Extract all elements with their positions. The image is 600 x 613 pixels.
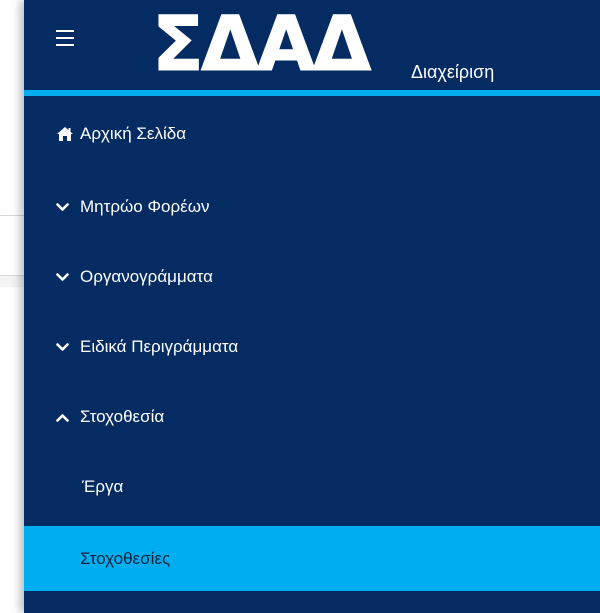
page: ΣΔΑΔ Διαχείριση Αρχική Σελίδα Μητρώο Φορ… — [0, 0, 600, 613]
sidebar-header: ΣΔΑΔ Διαχείριση — [24, 0, 600, 96]
home-icon — [56, 126, 78, 142]
sidebar-item-label: Στοχοθεσίες — [80, 548, 171, 568]
sidebar-subitem-targets[interactable]: Στοχοθεσίες — [24, 526, 600, 591]
sidebar-item-label: Αρχική Σελίδα — [80, 124, 187, 143]
chevron-down-icon — [56, 342, 78, 352]
logo-text: ΣΔΑΔ — [151, 0, 371, 88]
hamburger-menu-icon[interactable] — [56, 30, 74, 48]
sidebar: ΣΔΑΔ Διαχείριση Αρχική Σελίδα Μητρώο Φορ… — [24, 0, 600, 613]
app-subtitle: Διαχείριση — [411, 62, 495, 82]
background-divider — [0, 215, 24, 216]
sidebar-item-targeting[interactable]: Στοχοθεσία — [24, 382, 600, 452]
chevron-up-icon — [56, 413, 78, 422]
sidebar-item-label: Ειδικά Περιγράμματα — [80, 337, 239, 356]
sidebar-item-registry[interactable]: Μητρώο Φορέων — [24, 172, 600, 242]
sidebar-nav: Αρχική Σελίδα Μητρώο Φορέων Οργανογράμμα… — [24, 96, 600, 591]
sidebar-item-special-outlines[interactable]: Ειδικά Περιγράμματα — [24, 312, 600, 382]
sidebar-item-home[interactable]: Αρχική Σελίδα — [24, 96, 600, 172]
sidebar-item-label: Στοχοθεσία — [80, 407, 165, 426]
chevron-down-icon — [56, 202, 78, 212]
sidebar-item-label: Μητρώο Φορέων — [80, 197, 210, 216]
sidebar-item-label: Έργα — [82, 477, 124, 496]
logo[interactable]: ΣΔΑΔ — [151, 0, 371, 88]
chevron-down-icon — [56, 272, 78, 282]
sidebar-item-label: Οργανογράμματα — [80, 267, 213, 286]
sidebar-item-org-charts[interactable]: Οργανογράμματα — [24, 242, 600, 312]
sidebar-subitem-projects[interactable]: Έργα — [24, 452, 600, 522]
background-strip — [0, 275, 24, 287]
background-divider — [0, 275, 24, 276]
